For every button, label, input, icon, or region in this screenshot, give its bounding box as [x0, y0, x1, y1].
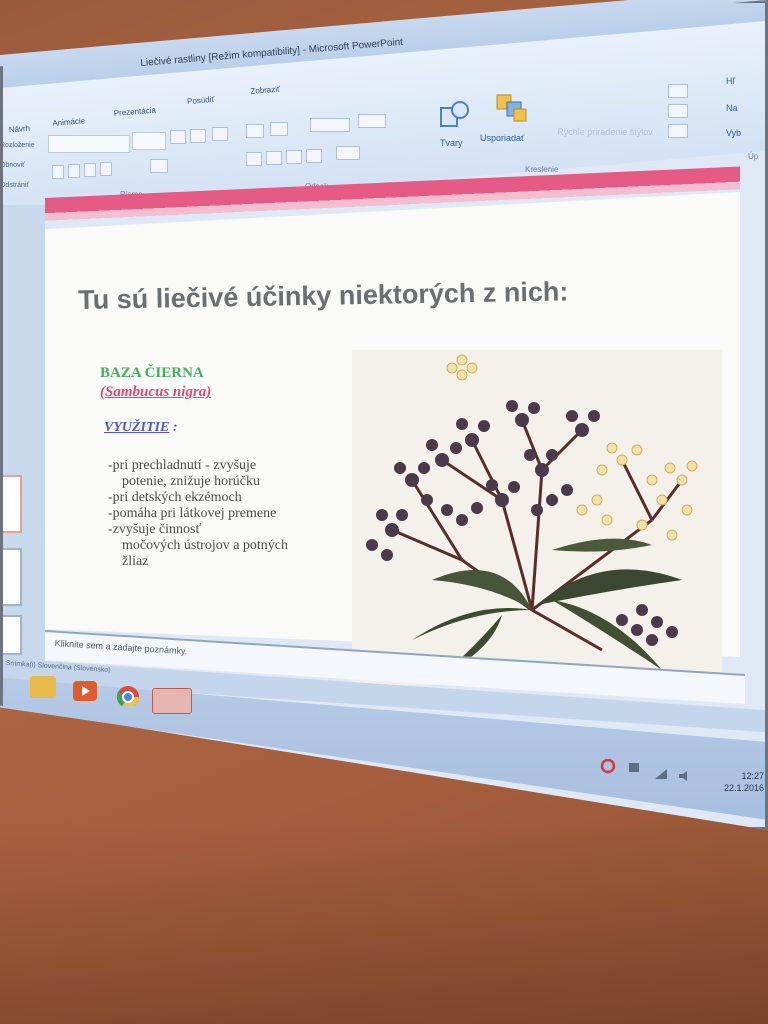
find-button[interactable]: Hľ: [726, 76, 735, 86]
wall: [0, 820, 768, 1024]
volume-icon[interactable]: [678, 770, 692, 782]
tab-zobrazit[interactable]: Zobraziť: [250, 85, 280, 96]
numbering-button[interactable]: [270, 122, 288, 136]
shapes-icon: [440, 101, 469, 127]
shape-outline-button[interactable]: [668, 104, 688, 118]
list-item: -pri detských ekzémoch: [108, 490, 242, 505]
file-explorer-icon[interactable]: [30, 676, 56, 698]
shape-effects-button[interactable]: [668, 124, 688, 138]
indent-buttons[interactable]: [310, 118, 350, 132]
group-label-drawing: Kreslenie: [525, 165, 559, 174]
font-size-select[interactable]: [132, 132, 166, 150]
arrange-button[interactable]: Usporiadať: [480, 133, 524, 143]
select-button[interactable]: Vyb: [726, 128, 741, 138]
italic-button[interactable]: [68, 164, 80, 178]
plant-name[interactable]: BAZA ČIERNA: [100, 365, 204, 382]
elderberry-illustration[interactable]: [352, 350, 722, 685]
replace-button[interactable]: Na: [726, 103, 738, 113]
grow-font-button[interactable]: [170, 130, 186, 144]
list-item: močových ústrojov a potných: [122, 538, 289, 553]
bold-button[interactable]: [52, 165, 64, 179]
bullets-button[interactable]: [246, 124, 264, 138]
arrange-icon: [496, 94, 527, 122]
list-item: -zvyšuje činnosť: [108, 522, 202, 537]
plant-latin-name[interactable]: (Sambucus nigra): [100, 384, 211, 401]
tab-navrh[interactable]: Návrh: [8, 124, 30, 135]
shrink-font-button[interactable]: [190, 129, 206, 143]
layout-button[interactable]: Rozloženie: [0, 142, 35, 149]
columns-button[interactable]: [336, 146, 360, 160]
list-item: -pri prechladnutí - zvyšuje: [108, 458, 257, 473]
delete-slide-button[interactable]: Odstrániť: [0, 182, 29, 189]
flag-tray-icon[interactable]: [628, 762, 642, 774]
usage-suffix: :: [169, 420, 178, 435]
font-color-button[interactable]: [150, 159, 168, 173]
underline-button[interactable]: [84, 163, 96, 177]
shape-fill-button[interactable]: [668, 84, 688, 98]
align-right-button[interactable]: [286, 150, 302, 164]
clear-format-button[interactable]: [212, 127, 228, 141]
usage-list[interactable]: -pri prechladnutí - zvyšuje potenie, zni…: [108, 458, 358, 570]
media-player-icon[interactable]: [72, 680, 98, 702]
list-item: potenie, znižuje horúčku: [122, 474, 261, 489]
align-left-button[interactable]: [246, 152, 262, 166]
quick-styles-button[interactable]: Rýchle priradenie štýlov: [550, 126, 660, 138]
powerpoint-icon[interactable]: [152, 688, 192, 714]
align-center-button[interactable]: [266, 151, 282, 165]
usage-heading[interactable]: VYUŽITIE :: [104, 420, 178, 436]
antivirus-tray-icon[interactable]: [600, 758, 616, 774]
slide-thumbnail-current[interactable]: [0, 475, 22, 533]
taskbar-clock[interactable]: 12:27 22.1.2016: [724, 770, 764, 794]
usage-label: VYUŽITIE: [104, 420, 170, 435]
slide-thumbnail[interactable]: [0, 615, 22, 655]
group-label-editing: Úp: [748, 152, 759, 161]
network-icon[interactable]: [654, 768, 668, 780]
chrome-icon[interactable]: [115, 684, 141, 706]
justify-button[interactable]: [306, 149, 322, 163]
list-item: žliaz: [122, 554, 149, 569]
reset-button[interactable]: Obnoviť: [0, 162, 25, 169]
font-name-select[interactable]: [48, 135, 130, 153]
slide-thumbnail[interactable]: [0, 548, 22, 606]
clock-time: 12:27: [741, 771, 765, 781]
list-item: -pomáha pri látkovej premene: [108, 506, 277, 521]
strikethrough-button[interactable]: [100, 162, 112, 176]
clock-date: 22.1.2016: [724, 783, 765, 793]
shapes-button[interactable]: Tvary: [440, 138, 463, 148]
line-spacing-button[interactable]: [358, 114, 386, 128]
